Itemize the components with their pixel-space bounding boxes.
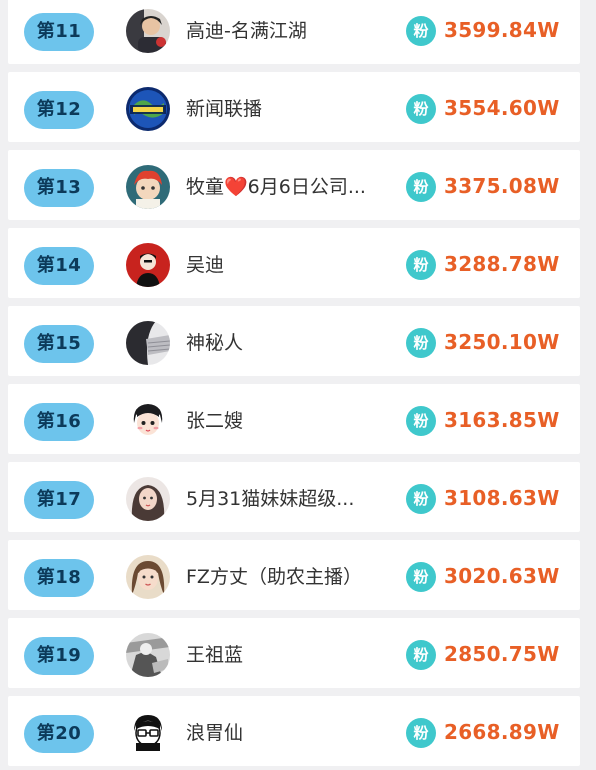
rank-badge: 第14 [24,247,94,285]
fan-count: 3108.63W [444,486,560,510]
rank-badge: 第12 [24,91,94,129]
rank-badge: 第11 [24,13,94,51]
rank-badge: 第20 [24,715,94,753]
streamer-name[interactable]: 浪胃仙 [186,718,386,748]
streamer-name[interactable]: 高迪-名满江湖 [186,16,386,46]
sketch-photo-avatar[interactable] [126,633,170,677]
rank-badge: 第16 [24,403,94,441]
fans-icon: 粉 [406,484,436,514]
fans-icon: 粉 [406,16,436,46]
list-item[interactable]: 第20 浪胃仙 粉 2668.89W [8,696,580,766]
dark-figure-avatar[interactable] [126,321,170,365]
fans-icon: 粉 [406,562,436,592]
list-item[interactable]: 第16 张二嫂 粉 3163.85W [8,384,580,454]
list-item[interactable]: 第13 牧童❤️6月6日公司... 粉 3375.08W [8,150,580,220]
cartoon-girl-avatar[interactable] [126,399,170,443]
woman-photo-avatar[interactable] [126,477,170,521]
fan-count: 3599.84W [444,18,560,42]
fan-count: 3288.78W [444,252,560,276]
cartoon-glasses-avatar[interactable] [126,711,170,755]
fan-count: 3375.08W [444,174,560,198]
woman-photo-avatar[interactable] [126,555,170,599]
cartoon-avatar[interactable] [126,165,170,209]
rank-badge: 第17 [24,481,94,519]
streamer-name[interactable]: 神秘人 [186,328,386,358]
fan-count: 2850.75W [444,642,560,666]
man-photo-avatar[interactable] [126,9,170,53]
fans-icon: 粉 [406,640,436,670]
list-item[interactable]: 第17 5月31猫妹妹超级... 粉 3108.63W [8,462,580,532]
fan-count: 3250.10W [444,330,560,354]
list-item[interactable]: 第15 神秘人 粉 3250.10W [8,306,580,376]
fans-icon: 粉 [406,328,436,358]
fan-count: 3554.60W [444,96,560,120]
streamer-name[interactable]: 王祖蓝 [186,640,386,670]
streamer-name[interactable]: 吴迪 [186,250,386,280]
red-portrait-avatar[interactable] [126,243,170,287]
streamer-name[interactable]: 新闻联播 [186,94,386,124]
streamer-name[interactable]: FZ方丈（助农主播） [186,562,386,592]
fan-count: 3020.63W [444,564,560,588]
fans-icon: 粉 [406,172,436,202]
fans-icon: 粉 [406,94,436,124]
fan-count: 3163.85W [444,408,560,432]
fans-icon: 粉 [406,250,436,280]
list-item[interactable]: 第18 FZ方丈（助农主播） 粉 3020.63W [8,540,580,610]
fans-icon: 粉 [406,718,436,748]
rank-badge: 第13 [24,169,94,207]
streamer-name[interactable]: 张二嫂 [186,406,386,436]
list-item[interactable]: 第11 高迪-名满江湖 粉 3599.84W [8,0,580,64]
fan-count: 2668.89W [444,720,560,744]
rank-badge: 第19 [24,637,94,675]
streamer-name[interactable]: 5月31猫妹妹超级... [186,484,386,514]
streamer-name[interactable]: 牧童❤️6月6日公司... [186,172,386,202]
list-item[interactable]: 第12 新闻联播 粉 3554.60W [8,72,580,142]
rank-badge: 第15 [24,325,94,363]
list-item[interactable]: 第19 王祖蓝 粉 2850.75W [8,618,580,688]
list-item[interactable]: 第14 吴迪 粉 3288.78W [8,228,580,298]
news-globe-logo-avatar[interactable] [126,87,170,131]
rank-badge: 第18 [24,559,94,597]
fans-icon: 粉 [406,406,436,436]
